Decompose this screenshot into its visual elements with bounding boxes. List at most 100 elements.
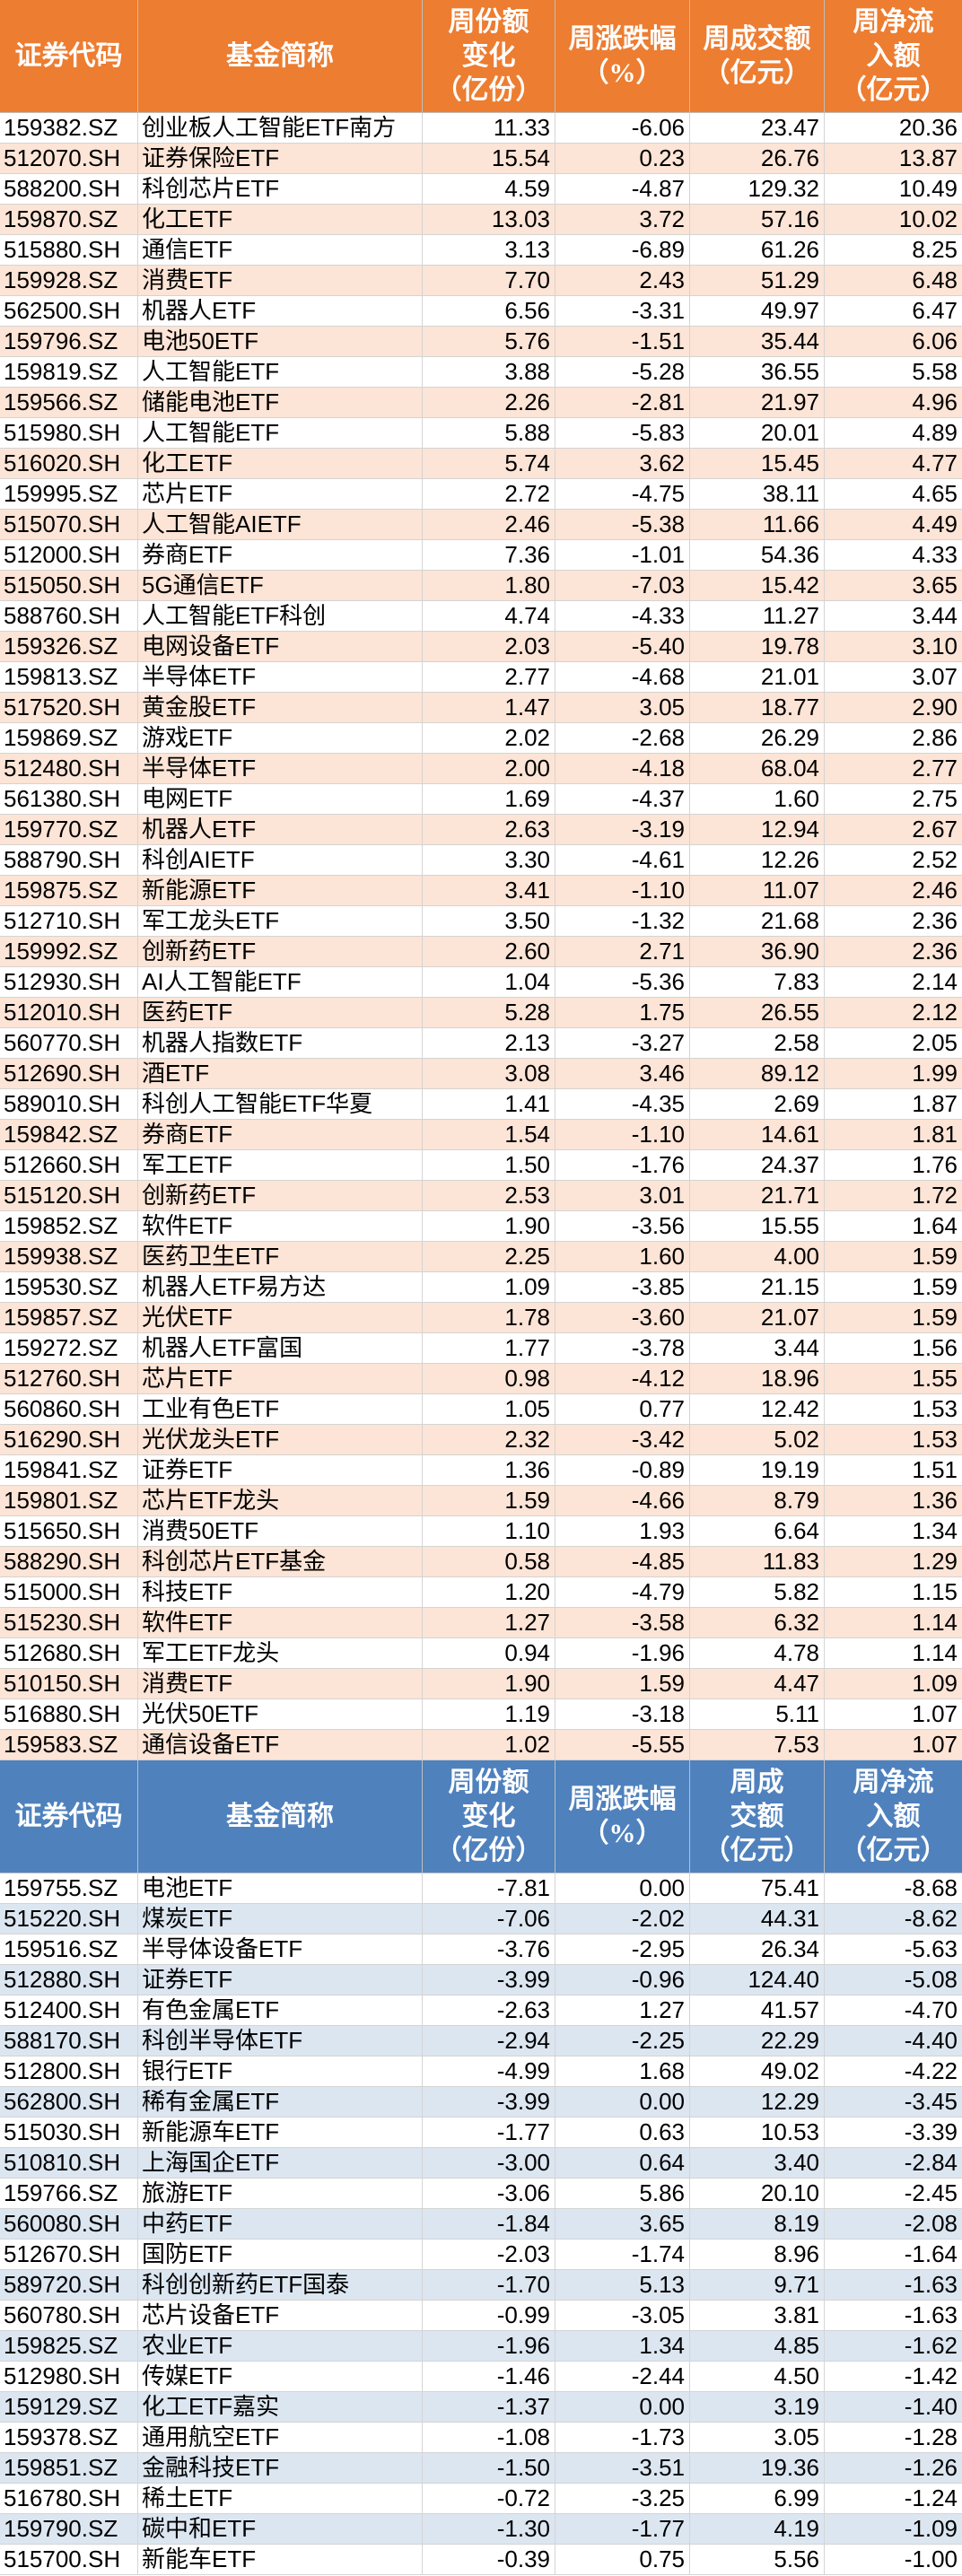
share-change-cell: 2.46 [423, 510, 555, 540]
share-change-cell: -1.84 [423, 2209, 555, 2240]
price-change-cell: 0.00 [555, 1873, 690, 1904]
code-cell: 159938.SZ [0, 1242, 138, 1272]
table-row: 560780.SH 芯片设备ETF -0.99 -3.05 3.81 -1.63 [0, 2301, 962, 2331]
name-cell: 军工龙头ETF [138, 906, 423, 937]
table-row: 515050.SH 5G通信ETF 1.80 -7.03 15.42 3.65 [0, 571, 962, 601]
name-cell: 光伏龙头ETF [138, 1425, 423, 1455]
turnover-cell: 11.27 [690, 601, 825, 632]
table-row: 159796.SZ 电池50ETF 5.76 -1.51 35.44 6.06 [0, 327, 962, 357]
price-change-cell: -5.40 [555, 632, 690, 662]
net-inflow-cell: 6.48 [825, 266, 962, 296]
name-cell: 新能源ETF [138, 876, 423, 906]
share-change-cell: 5.74 [423, 449, 555, 479]
net-inflow-cell: 1.36 [825, 1486, 962, 1516]
name-cell: 军工ETF [138, 1150, 423, 1181]
share-change-cell: 4.59 [423, 174, 555, 205]
share-change-cell: -3.99 [423, 2087, 555, 2118]
share-change-cell: 6.56 [423, 296, 555, 327]
code-cell: 515700.SH [0, 2545, 138, 2575]
price-change-cell: -2.02 [555, 1904, 690, 1934]
price-change-cell: -3.05 [555, 2301, 690, 2331]
table-row: 589720.SH 科创创新药ETF国泰 -1.70 5.13 9.71 -1.63 [0, 2270, 962, 2301]
code-cell: 515070.SH [0, 510, 138, 540]
price-change-cell: -4.66 [555, 1486, 690, 1516]
price-change-cell: 1.60 [555, 1242, 690, 1272]
header-line: 周份额 [448, 1767, 529, 1797]
share-change-cell: 2.13 [423, 1028, 555, 1059]
net-inflow-cell: 1.07 [825, 1730, 962, 1760]
net-inflow-cell: 4.96 [825, 388, 962, 418]
net-inflow-cell: 3.44 [825, 601, 962, 632]
price-change-cell: -0.96 [555, 1965, 690, 1995]
price-change-cell: -0.89 [555, 1455, 690, 1486]
header-line: 证券代码 [14, 1801, 123, 1831]
share-change-cell: 13.03 [423, 205, 555, 235]
net-inflow-cell: 2.75 [825, 784, 962, 815]
net-inflow-cell: -1.63 [825, 2270, 962, 2301]
column-header-net-inflow: 周净流 入额 （亿元） [825, 0, 962, 113]
name-cell: 科创创新药ETF国泰 [138, 2270, 423, 2301]
share-change-cell: 2.00 [423, 754, 555, 784]
turnover-cell: 23.47 [690, 113, 825, 144]
name-cell: 光伏50ETF [138, 1699, 423, 1730]
turnover-cell: 41.57 [690, 1995, 825, 2026]
code-cell: 159995.SZ [0, 479, 138, 510]
share-change-cell: 3.88 [423, 357, 555, 388]
turnover-cell: 3.05 [690, 2423, 825, 2453]
code-cell: 159566.SZ [0, 388, 138, 418]
price-change-cell: 3.72 [555, 205, 690, 235]
code-cell: 588290.SH [0, 1547, 138, 1577]
name-cell: 券商ETF [138, 1120, 423, 1150]
name-cell: 人工智能ETF科创 [138, 601, 423, 632]
net-inflow-cell: 1.51 [825, 1455, 962, 1486]
code-cell: 588790.SH [0, 845, 138, 876]
price-change-cell: -3.27 [555, 1028, 690, 1059]
column-header-net-inflow: 周净流 入额 （亿元） [825, 1760, 962, 1873]
price-change-cell: -4.61 [555, 845, 690, 876]
column-header-turnover: 周成交额 （亿元） [690, 0, 825, 113]
name-cell: 5G通信ETF [138, 571, 423, 601]
name-cell: 有色金属ETF [138, 1995, 423, 2026]
table-row: 159992.SZ 创新药ETF 2.60 2.71 36.90 2.36 [0, 937, 962, 967]
table-row: 515880.SH 通信ETF 3.13 -6.89 61.26 8.25 [0, 235, 962, 266]
price-change-cell: 3.46 [555, 1059, 690, 1089]
table-row: 159825.SZ 农业ETF -1.96 1.34 4.85 -1.62 [0, 2331, 962, 2362]
price-change-cell: -5.36 [555, 967, 690, 998]
turnover-cell: 12.42 [690, 1394, 825, 1425]
share-change-cell: 0.58 [423, 1547, 555, 1577]
turnover-cell: 15.55 [690, 1211, 825, 1242]
table-row: 562800.SH 稀有金属ETF -3.99 0.00 12.29 -3.45 [0, 2087, 962, 2118]
turnover-cell: 18.96 [690, 1364, 825, 1394]
table-row: 588790.SH 科创AIETF 3.30 -4.61 12.26 2.52 [0, 845, 962, 876]
turnover-cell: 19.19 [690, 1455, 825, 1486]
net-inflow-cell: 4.33 [825, 540, 962, 571]
net-inflow-cell: -1.00 [825, 2545, 962, 2575]
turnover-cell: 11.66 [690, 510, 825, 540]
turnover-cell: 20.01 [690, 418, 825, 449]
share-change-cell: 0.98 [423, 1364, 555, 1394]
share-change-cell: 5.76 [423, 327, 555, 357]
code-cell: 515000.SH [0, 1577, 138, 1608]
share-change-cell: 1.02 [423, 1730, 555, 1760]
turnover-cell: 22.29 [690, 2026, 825, 2056]
share-change-cell: 4.74 [423, 601, 555, 632]
net-inflow-cell: 1.72 [825, 1181, 962, 1211]
code-cell: 515120.SH [0, 1181, 138, 1211]
turnover-cell: 36.90 [690, 937, 825, 967]
net-inflow-cell: 1.53 [825, 1425, 962, 1455]
name-cell: 碳中和ETF [138, 2514, 423, 2545]
code-cell: 159852.SZ [0, 1211, 138, 1242]
net-inflow-cell: -1.64 [825, 2240, 962, 2270]
turnover-cell: 21.15 [690, 1272, 825, 1303]
price-change-cell: -1.51 [555, 327, 690, 357]
table-row: 159841.SZ 证券ETF 1.36 -0.89 19.19 1.51 [0, 1455, 962, 1486]
table-row: 159857.SZ 光伏ETF 1.78 -3.60 21.07 1.59 [0, 1303, 962, 1333]
share-change-cell: -1.46 [423, 2362, 555, 2392]
share-change-cell: -1.96 [423, 2331, 555, 2362]
table-row: 515230.SH 软件ETF 1.27 -3.58 6.32 1.14 [0, 1608, 962, 1638]
turnover-cell: 49.97 [690, 296, 825, 327]
code-cell: 512480.SH [0, 754, 138, 784]
code-cell: 159857.SZ [0, 1303, 138, 1333]
name-cell: 农业ETF [138, 2331, 423, 2362]
name-cell: 传媒ETF [138, 2362, 423, 2392]
